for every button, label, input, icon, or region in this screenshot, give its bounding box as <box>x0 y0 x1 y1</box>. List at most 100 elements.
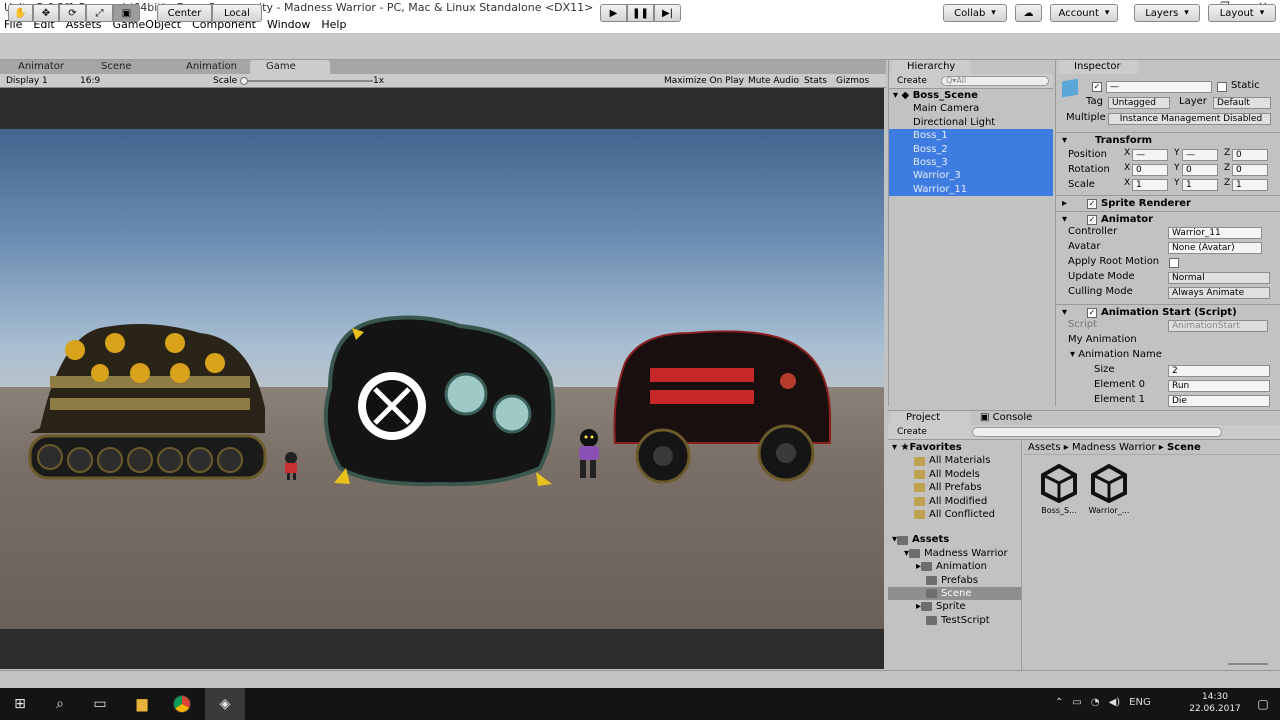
element-1-field[interactable]: Die <box>1168 395 1270 407</box>
scale-slider-handle[interactable] <box>240 77 248 85</box>
culling-mode-dropdown[interactable]: Always Animate <box>1168 287 1270 299</box>
account-dropdown[interactable]: Account <box>1050 4 1118 22</box>
scale-y-field[interactable]: 1 <box>1182 179 1218 191</box>
size-field[interactable]: 2 <box>1168 365 1270 377</box>
hierarchy-item[interactable]: Boss_2 <box>889 142 1053 156</box>
tab-game[interactable]: Game <box>250 60 330 74</box>
animator-header[interactable]: ▾ ✓ Animator <box>1056 211 1280 227</box>
rotation-z-field[interactable]: 0 <box>1232 164 1268 176</box>
scene-root[interactable]: ▾ ◆ Boss_Scene <box>889 89 1053 102</box>
file-explorer-icon[interactable]: ▆ <box>122 688 162 720</box>
language-indicator[interactable]: ENG <box>1129 697 1151 708</box>
tab-hierarchy[interactable]: Hierarchy <box>891 60 971 74</box>
game-view[interactable] <box>0 88 884 669</box>
favorites-header[interactable]: ▾ ★ Favorites <box>888 441 1021 454</box>
hand-tool-icon[interactable]: ✋ <box>8 4 33 22</box>
pivot-center-toggle[interactable]: Center <box>157 4 212 22</box>
position-x-field[interactable]: — <box>1132 149 1168 161</box>
hierarchy-item[interactable]: Boss_1 <box>889 129 1053 143</box>
sprite-renderer-header[interactable]: ▸ ✓ Sprite Renderer <box>1056 195 1280 211</box>
transform-header[interactable]: ▾ Transform <box>1056 132 1280 148</box>
root-motion-checkbox[interactable] <box>1169 258 1179 268</box>
chevron-up-icon[interactable]: ⌃ <box>1055 697 1063 708</box>
collab-dropdown[interactable]: Collab <box>943 4 1007 22</box>
scale-slider[interactable] <box>243 80 373 82</box>
tree-folder[interactable]: Prefabs <box>888 574 1021 587</box>
task-view-icon[interactable]: ▭ <box>80 688 120 720</box>
tab-console[interactable]: ▣ Console <box>980 411 1032 425</box>
favorite-item[interactable]: All Modified <box>888 495 1021 508</box>
instance-management-button[interactable]: Instance Management Disabled <box>1108 113 1271 125</box>
play-icon[interactable]: ▶ <box>600 4 627 22</box>
hierarchy-item[interactable]: Boss_3 <box>889 155 1053 170</box>
breadcrumb-item-current[interactable]: Scene <box>1167 442 1201 453</box>
menu-help[interactable]: Help <box>321 18 346 31</box>
chrome-icon[interactable] <box>162 688 202 720</box>
tree-folder-madness[interactable]: ▾ Madness Warrior <box>888 547 1021 560</box>
move-tool-icon[interactable]: ✥ <box>33 4 59 22</box>
network-icon[interactable]: ▭ <box>1072 697 1081 708</box>
hierarchy-item[interactable]: Main Camera <box>889 102 1053 115</box>
tab-scene[interactable]: Scene <box>85 60 145 74</box>
position-y-field[interactable]: — <box>1182 149 1218 161</box>
notifications-icon[interactable]: ▢ <box>1246 688 1280 720</box>
hierarchy-item[interactable]: Directional Light <box>889 116 1053 129</box>
sprite-renderer-checkbox[interactable]: ✓ <box>1087 198 1098 209</box>
static-checkbox[interactable] <box>1217 82 1227 92</box>
asset-scene-file[interactable]: Boss_S... <box>1036 463 1082 515</box>
menu-window[interactable]: Window <box>267 18 310 31</box>
step-icon[interactable]: ▶| <box>654 4 681 22</box>
favorite-item[interactable]: All Materials <box>888 454 1021 467</box>
volume-icon[interactable]: ◀) <box>1109 697 1121 708</box>
active-checkbox[interactable]: ✓ <box>1092 82 1102 92</box>
position-z-field[interactable]: 0 <box>1232 149 1268 161</box>
unity-taskbar-icon[interactable]: ◈ <box>205 688 245 720</box>
tab-inspector[interactable]: Inspector <box>1058 60 1138 74</box>
hierarchy-search-input[interactable]: Q▾All <box>941 76 1049 86</box>
project-create-button[interactable]: Create <box>897 427 927 437</box>
hierarchy-create-button[interactable]: Create <box>897 76 927 86</box>
hierarchy-item[interactable]: Warrior_11 <box>889 182 1053 197</box>
gizmos-dropdown[interactable]: Gizmos <box>836 74 869 88</box>
breadcrumb-item[interactable]: Assets <box>1028 442 1061 453</box>
asset-scene-file[interactable]: Warrior_... <box>1086 463 1132 515</box>
animator-checkbox[interactable]: ✓ <box>1087 214 1098 225</box>
display-select[interactable]: Display 1 <box>6 74 48 88</box>
rotation-y-field[interactable]: 0 <box>1182 164 1218 176</box>
windows-start-icon[interactable]: ⊞ <box>0 688 40 720</box>
maximize-on-play-toggle[interactable]: Maximize On Play <box>664 74 744 88</box>
project-search-input[interactable] <box>972 427 1222 437</box>
breadcrumb-item[interactable]: Madness Warrior <box>1072 442 1156 453</box>
script-checkbox[interactable]: ✓ <box>1087 307 1098 318</box>
favorite-item[interactable]: All Prefabs <box>888 481 1021 494</box>
search-icon[interactable]: ⌕ <box>40 688 80 720</box>
rotate-tool-icon[interactable]: ⟳ <box>59 4 86 22</box>
element-0-field[interactable]: Run <box>1168 380 1270 392</box>
scale-z-field[interactable]: 1 <box>1232 179 1268 191</box>
tab-project[interactable]: Project <box>890 411 970 425</box>
update-mode-dropdown[interactable]: Normal <box>1168 272 1270 284</box>
avatar-field[interactable]: None (Avatar) <box>1168 242 1262 254</box>
hierarchy-item[interactable]: Warrior_3 <box>889 169 1053 183</box>
rect-tool-icon[interactable]: ▣ <box>113 4 140 22</box>
tree-folder[interactable]: TestScript <box>888 614 1021 627</box>
tree-folder[interactable]: ▸ Animation <box>888 560 1021 573</box>
script-header[interactable]: ▾ ✓ Animation Start (Script) <box>1056 304 1280 320</box>
tree-folder[interactable]: ▸ Sprite <box>888 600 1021 613</box>
tab-animation[interactable]: Animation <box>170 60 240 74</box>
rotation-x-field[interactable]: 0 <box>1132 164 1168 176</box>
tree-folder-selected[interactable]: Scene <box>888 586 1021 601</box>
pause-icon[interactable]: ❚❚ <box>627 4 654 22</box>
wifi-icon[interactable]: ◔ <box>1091 697 1100 708</box>
layer-dropdown[interactable]: Default <box>1213 97 1271 109</box>
favorite-item[interactable]: All Models <box>888 468 1021 481</box>
tab-animator[interactable]: Animator <box>2 60 64 74</box>
stats-toggle[interactable]: Stats <box>804 74 827 88</box>
aspect-select[interactable]: 16:9 <box>80 74 100 88</box>
animation-name-foldout[interactable]: ▾ Animation Name <box>1070 349 1162 360</box>
tag-dropdown[interactable]: Untagged <box>1108 97 1170 109</box>
scale-tool-icon[interactable]: ⤢ <box>86 4 113 22</box>
icon-size-slider[interactable] <box>1228 663 1268 665</box>
layout-dropdown[interactable]: Layout <box>1208 4 1276 22</box>
assets-header[interactable]: ▾ Assets <box>888 533 1021 546</box>
